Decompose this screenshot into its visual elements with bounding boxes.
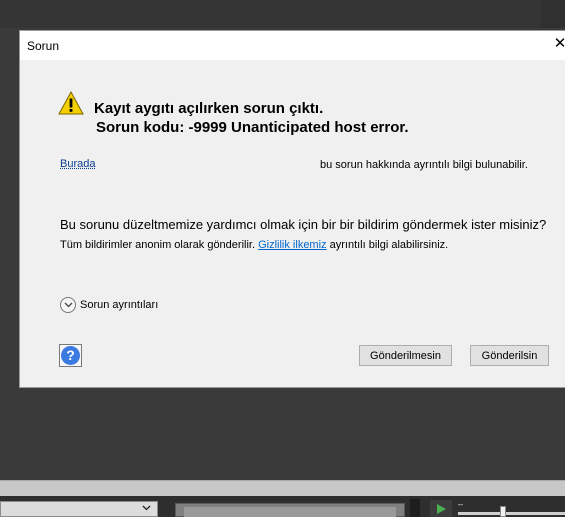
track-inner [184,507,396,517]
error-headline: Kayıt aygıtı açılırken sorun çıktı. Soru… [94,99,409,137]
warning-icon [58,91,84,115]
dialog-title: Sorun [27,39,60,53]
chevron-down-icon[interactable] [60,297,76,313]
help-icon: ? [61,346,80,365]
dialog-titlebar[interactable]: Sorun ✕ [20,31,565,60]
slider-handle[interactable] [500,506,506,517]
background-top [0,0,565,28]
close-icon[interactable]: ✕ [551,34,565,54]
play-icon [437,503,446,514]
separator [410,499,420,517]
headline-error-code: Sorun kodu: -9999 Unanticipated host err… [96,119,409,136]
problem-details-toggle[interactable]: Sorun ayrıntıları [60,296,158,314]
problem-details-label: Sorun ayrıntıları [80,299,159,311]
slider-label: – [458,499,464,509]
dont-send-button[interactable]: Gönderilmesin [359,345,452,366]
slider-track[interactable] [458,512,565,515]
report-question: Bu sorunu düzeltmemize yardımcı olmak iç… [60,217,547,232]
chevron-down-icon[interactable] [142,503,151,514]
background-toolbar [0,480,565,497]
privacy-policy-link[interactable]: Gizlilik ilkemiz [258,239,326,251]
background-strip [541,0,565,28]
play-button[interactable] [430,500,452,517]
help-button[interactable]: ? [59,344,82,367]
error-dialog: Sorun ✕ Kayıt aygıtı açılırken sorun çık… [19,30,565,388]
privacy-suffix: ayrıntılı bilgi alabilirsiniz. [329,239,449,251]
details-link-description: bu sorun hakkında ayrıntılı bilgi buluna… [320,159,528,171]
details-link[interactable]: Burada [60,158,95,170]
privacy-note: Tüm bildirimler anonim olarak gönderilir… [60,239,448,251]
device-select[interactable] [0,501,158,517]
privacy-prefix: Tüm bildirimler anonim olarak gönderilir… [60,239,256,251]
headline-message: Kayıt aygıtı açılırken sorun çıktı. [94,100,324,117]
send-button[interactable]: Gönderilsin [470,345,549,366]
